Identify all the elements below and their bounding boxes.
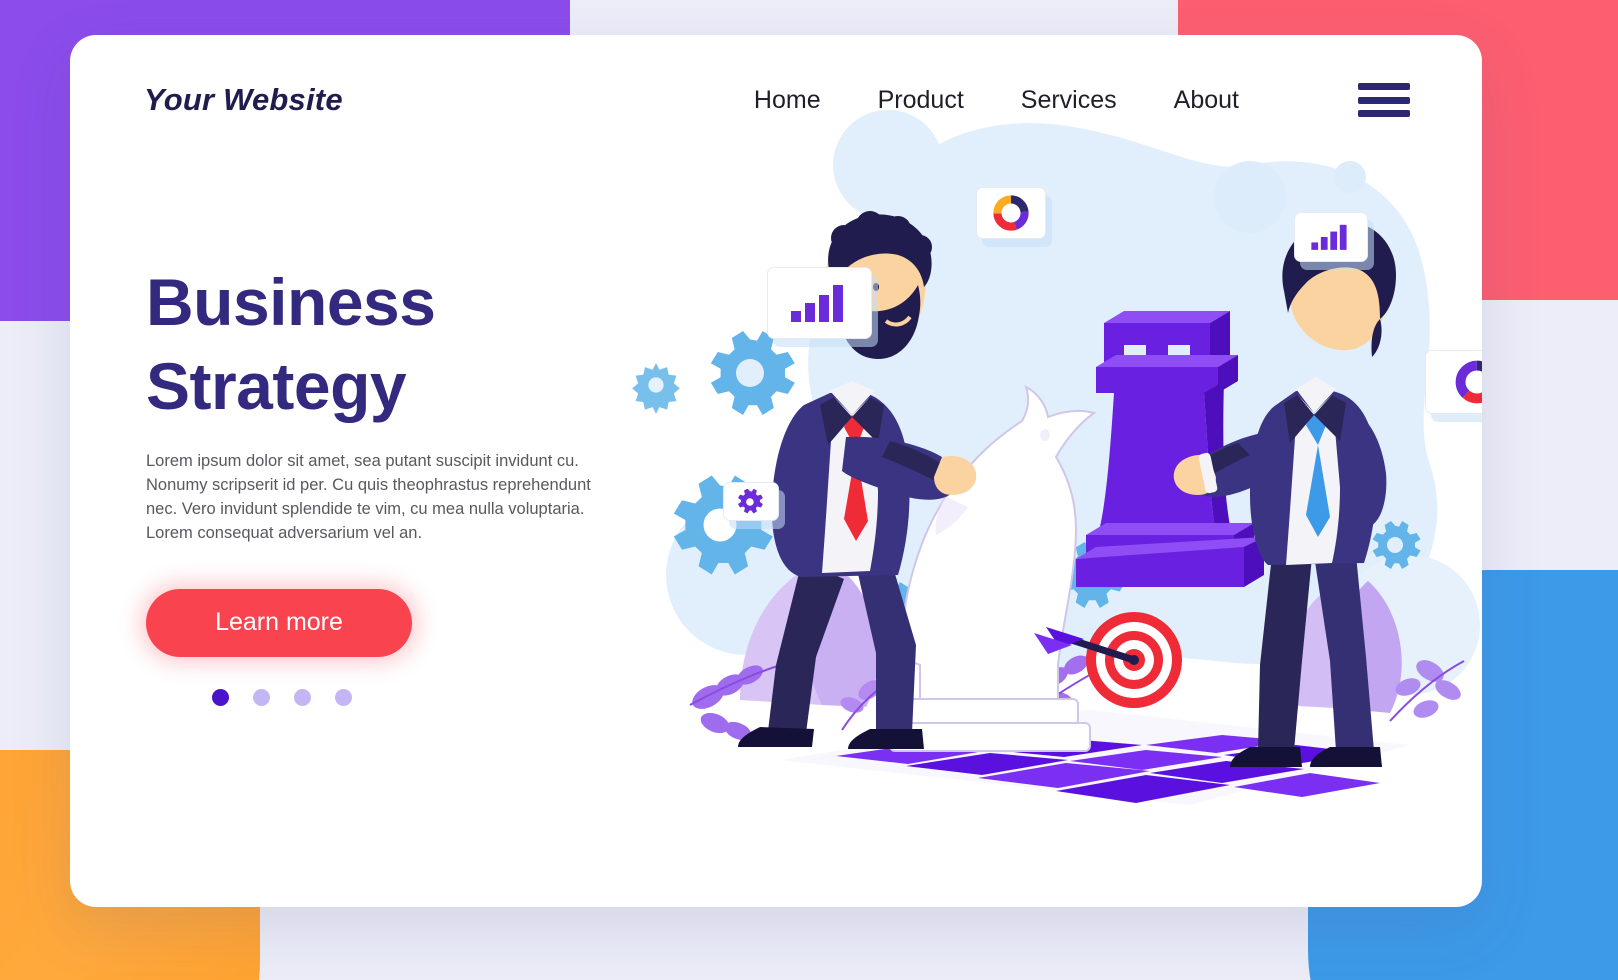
donut-chart-card-right[interactable]: [1425, 350, 1482, 414]
site-header: Your Website Home Product Services About: [70, 35, 1482, 165]
donut-chart-icon: [1455, 360, 1482, 404]
carousel-dot-2[interactable]: [253, 688, 270, 706]
page-title-line-1: Business: [146, 265, 436, 339]
nav-item-product[interactable]: Product: [878, 86, 964, 115]
bar-chart-icon: [1311, 224, 1347, 250]
hero-section: Business Strategy Lorem ipsum dolor sit …: [146, 261, 646, 706]
carousel-dot-3[interactable]: [294, 688, 311, 706]
bar-chart-card-left[interactable]: [767, 267, 872, 339]
hamburger-bar-3: [1358, 110, 1410, 117]
learn-more-button[interactable]: Learn more: [146, 588, 412, 657]
nav-item-about[interactable]: About: [1174, 86, 1239, 115]
main-navigation: Home Product Services About: [754, 83, 1410, 117]
page-title: Business Strategy: [146, 261, 646, 429]
bar-chart-card-right[interactable]: [1294, 212, 1368, 262]
donut-chart-icon: [993, 195, 1029, 231]
gear-card[interactable]: [723, 482, 779, 521]
hamburger-bar-2: [1358, 96, 1410, 104]
hamburger-menu-icon[interactable]: [1358, 83, 1410, 117]
hero-paragraph: Lorem ipsum dolor sit amet, sea putant s…: [146, 451, 591, 543]
carousel-dot-1[interactable]: [212, 688, 229, 706]
page-title-line-2: Strategy: [146, 348, 407, 423]
landing-page-card: Your Website Home Product Services About: [70, 35, 1482, 907]
donut-chart-card-top[interactable]: [976, 187, 1046, 239]
hamburger-bar-1: [1358, 83, 1410, 90]
nav-item-home[interactable]: Home: [754, 86, 821, 115]
carousel-dots: [146, 688, 646, 706]
carousel-dot-4[interactable]: [335, 688, 352, 706]
nav-item-services[interactable]: Services: [1021, 86, 1117, 115]
gear-icon: [738, 488, 763, 514]
site-logo[interactable]: Your Website: [144, 82, 343, 118]
bar-chart-icon: [790, 285, 843, 322]
page-root: Your Website Home Product Services About: [0, 0, 1618, 980]
